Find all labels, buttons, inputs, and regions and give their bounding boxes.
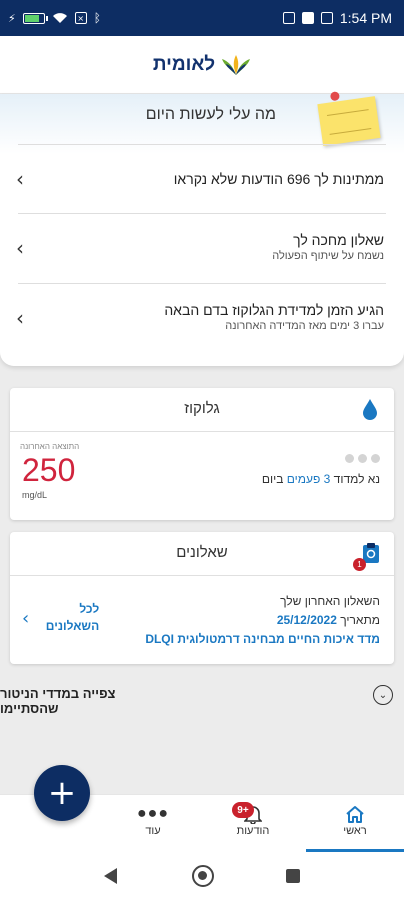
add-button[interactable]: + [34, 765, 90, 821]
todo-row-sublabel: נשמח על שיתוף הפעולה [272, 250, 384, 262]
todo-row-sublabel: עברו 3 ימים מאז המדידה האחרונה [225, 320, 384, 332]
questionnaire-date-line: מתאריך 25/12/2022 [145, 611, 380, 630]
chevron-left-icon: ‹ [16, 167, 24, 191]
notification-icon-2 [301, 12, 314, 24]
last-questionnaire-label: השאלון האחרון שלך [280, 594, 380, 608]
home-circle-icon[interactable] [192, 865, 214, 887]
questionnaires-card[interactable]: שאלונים 1 השאלון האחרון שלך מתאריך 25/12… [10, 532, 394, 664]
glucose-card-header: גלוקוז [10, 388, 394, 432]
glucose-title: גלוקוז [184, 400, 220, 417]
measurement-dots [345, 454, 380, 463]
nav-label: ראשי [343, 825, 367, 837]
questionnaires-card-header: שאלונים 1 [10, 532, 394, 576]
date-prefix: מתאריך [336, 613, 380, 627]
glucose-card-body: התוצאה האחרונה 250 mg/dL נא למדוד 3 פעמי… [10, 432, 394, 518]
questionnaire-date: 25/12/2022 [276, 613, 337, 627]
status-icons-left: ⚡ × ᛒ [8, 11, 101, 25]
measurement-dot [358, 454, 367, 463]
water-drop-icon [363, 399, 377, 420]
chevron-left-icon: ‹ [16, 306, 24, 330]
todo-row-glucose-measurement[interactable]: ‹ הגיע הזמן למדידת הגלוקוז בדם הבאה עברו… [0, 284, 404, 354]
status-bar: ⚡ × ᛒ 1:54 PM [0, 0, 404, 36]
more-dots-icon: ●●● [137, 805, 169, 822]
todo-row-label: ממתינות לך 696 הודעות שלא נקראו [173, 171, 384, 187]
todo-row-questionnaire[interactable]: ‹ שאלון מחכה לך נשמח על שיתוף הפעולה [0, 214, 404, 283]
glucose-card[interactable]: גלוקוז התוצאה האחרונה 250 mg/dL נא למדוד… [10, 388, 394, 520]
logo-icon [221, 54, 251, 76]
todo-title: מה עלי לעשות היום [145, 106, 276, 123]
charging-icon: ⚡ [8, 11, 16, 25]
measure-prefix: נא למדוד [330, 472, 380, 486]
messages-badge: 9+ [232, 802, 254, 818]
measure-instruction: נא למדוד 3 פעמים ביום [262, 472, 380, 486]
completed-monitoring-label: צפייה במדדי הניטור שהסתיימו [0, 686, 116, 716]
chevron-left-icon: ‹ [16, 236, 24, 260]
nav-item-more[interactable]: ●●● עוד [108, 803, 198, 837]
nav-label: עוד [145, 825, 161, 837]
system-nav-bar [0, 852, 404, 900]
todo-card: מה עלי לעשות היום ‹ ממתינות לך 696 הודעו… [0, 94, 404, 366]
sim-icon: × [74, 12, 87, 24]
nav-label: הודעות [236, 825, 270, 837]
back-icon[interactable] [104, 868, 117, 884]
questionnaires-badge: 1 [353, 558, 366, 571]
battery-icon [22, 12, 48, 24]
notification-icon-3 [320, 12, 333, 24]
measure-frequency: 3 פעמים [286, 472, 331, 486]
questionnaires-title: שאלונים [176, 544, 228, 561]
questionnaires-card-body: השאלון האחרון שלך מתאריך 25/12/2022 מדד … [10, 576, 394, 662]
last-result-label: התוצאה האחרונה [20, 442, 80, 451]
questionnaire-name[interactable]: מדד איכות החיים מבחינה דרמטולוגית DLQI [145, 630, 380, 649]
todo-row-unread-messages[interactable]: ‹ ממתינות לך 696 הודעות שלא נקראו [0, 145, 404, 213]
home-icon [346, 806, 364, 823]
measurement-dot [345, 454, 354, 463]
glucose-value: 250 [22, 452, 76, 488]
glucose-unit: mg/dL [22, 490, 48, 500]
all-questionnaires-link[interactable]: ‹ לכל השאלונים [22, 601, 99, 635]
measurement-dot [371, 454, 380, 463]
measure-suffix: ביום [261, 472, 287, 486]
todo-row-label: הגיע הזמן למדידת הגלוקוז בדם הבאה [164, 302, 384, 318]
app-header: לאומית [0, 36, 404, 94]
status-icons-right: 1:54 PM [282, 10, 392, 26]
nav-item-home[interactable]: ראשי [310, 803, 400, 837]
recent-apps-icon[interactable] [286, 869, 300, 883]
completed-monitoring-link[interactable]: צפייה במדדי הניטור שהסתיימו ⌄ [0, 684, 404, 716]
logo-text: לאומית [152, 53, 216, 75]
chevron-down-icon: ⌄ [373, 685, 393, 705]
all-questionnaires-label: לכל השאלונים [45, 602, 100, 633]
todo-row-label: שאלון מחכה לך [293, 232, 384, 248]
notification-icon-1 [282, 12, 295, 24]
last-questionnaire-info: השאלון האחרון שלך מתאריך 25/12/2022 מדד … [145, 592, 380, 649]
status-time: 1:54 PM [339, 10, 392, 26]
bluetooth-icon: ᛒ [93, 11, 101, 25]
sticky-note-icon [317, 96, 381, 146]
wifi-icon [52, 13, 67, 23]
chevron-left-icon: ‹ [22, 607, 30, 629]
